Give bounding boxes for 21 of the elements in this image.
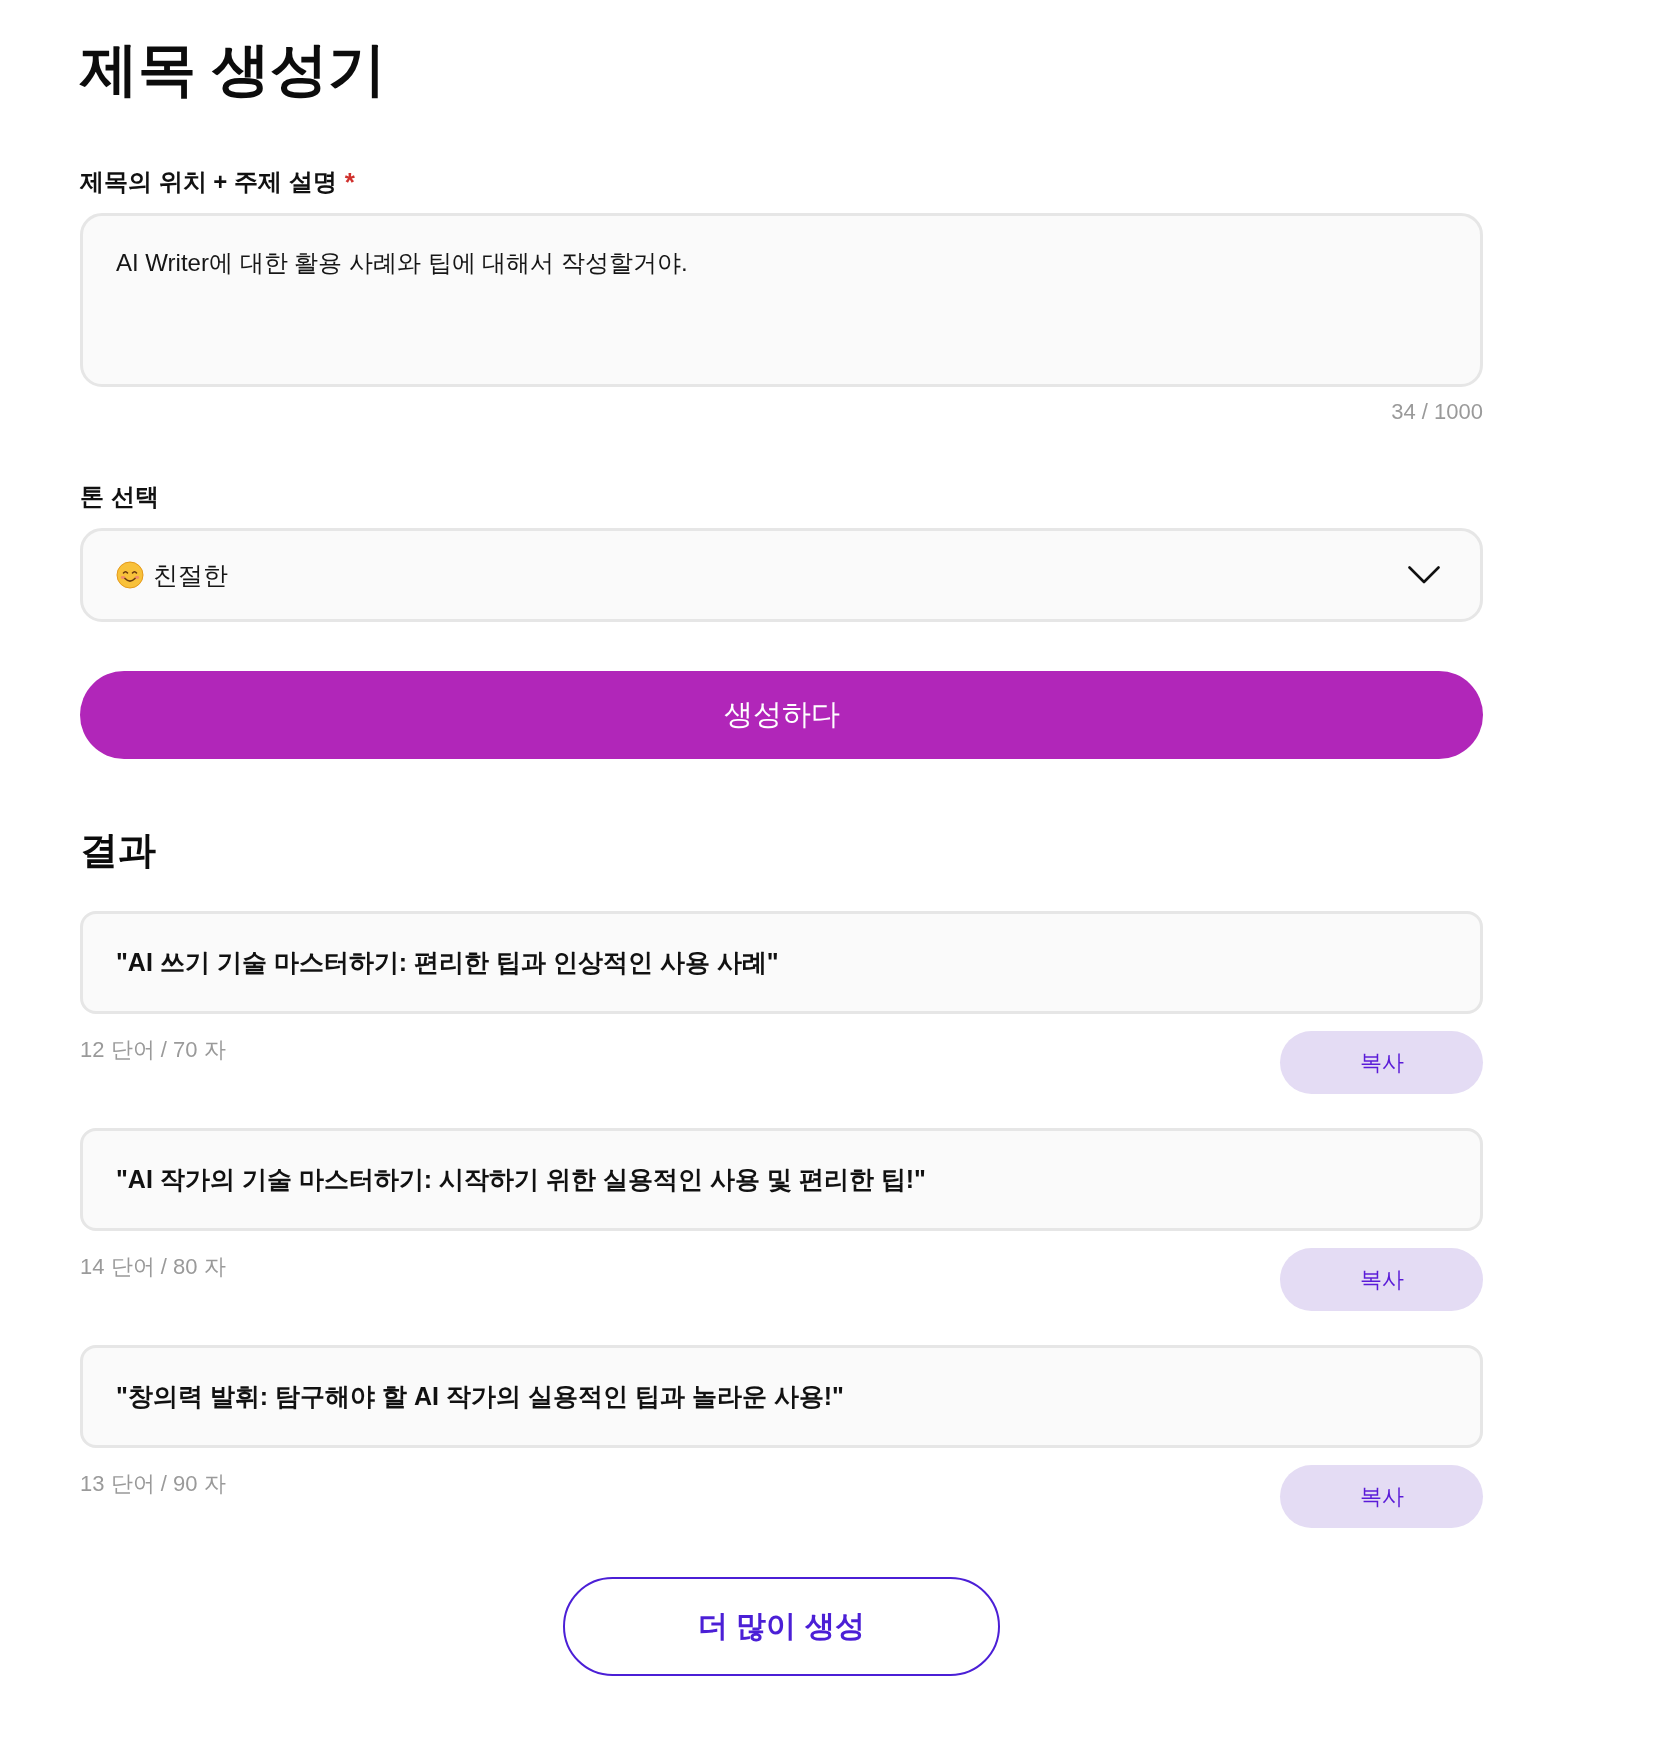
copy-button[interactable]: 복사 bbox=[1280, 1031, 1483, 1094]
character-counter: 34 / 1000 bbox=[1391, 398, 1483, 426]
generate-more-button[interactable]: 더 많이 생성 bbox=[563, 1577, 1000, 1676]
result-card: "AI 쓰기 기술 마스터하기: 편리한 팁과 인상적인 사용 사례" bbox=[80, 911, 1483, 1014]
page-title: 제목 생성기 bbox=[80, 35, 388, 103]
result-card: "AI 작가의 기술 마스터하기: 시작하기 위한 실용적인 사용 및 편리한 팁!" bbox=[80, 1128, 1483, 1231]
section-heading: 결과 bbox=[80, 828, 157, 873]
word-count-text: 14 단어 / 80 자 bbox=[80, 1253, 226, 1281]
smiley-emoji-icon bbox=[116, 561, 144, 589]
required-asterisk: * bbox=[344, 166, 355, 199]
copy-button[interactable]: 복사 bbox=[1280, 1248, 1483, 1311]
word-count-text: 13 단어 / 90 자 bbox=[80, 1470, 226, 1498]
field-label: 제목의 위치 + 주제 설명 bbox=[80, 167, 337, 197]
word-count-text: 12 단어 / 70 자 bbox=[80, 1036, 226, 1064]
result-card: "창의력 발휘: 탐구해야 할 AI 작가의 실용적인 팁과 놀라운 사용!" bbox=[80, 1345, 1483, 1448]
copy-button[interactable]: 복사 bbox=[1280, 1465, 1483, 1528]
generate-button[interactable]: 생성하다 bbox=[80, 671, 1483, 759]
field-label: 톤 선택 bbox=[80, 482, 159, 512]
tone-select[interactable]: 친절한 bbox=[80, 528, 1483, 622]
description-textarea[interactable]: AI Writer에 대한 활용 사례와 팁에 대해서 작성할거야. bbox=[80, 213, 1483, 387]
chevron-down-icon bbox=[1408, 566, 1440, 584]
